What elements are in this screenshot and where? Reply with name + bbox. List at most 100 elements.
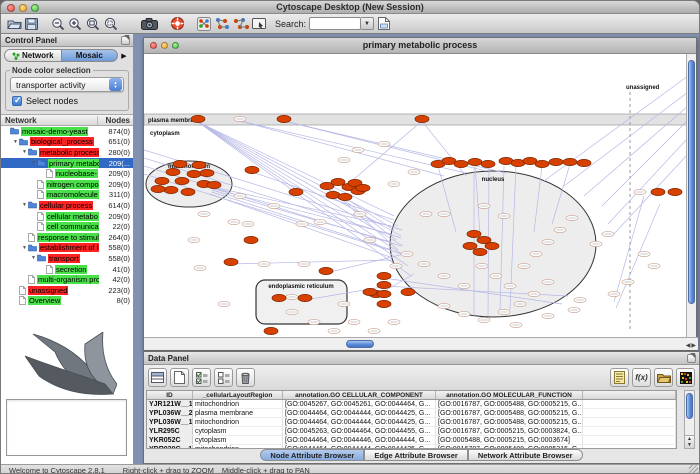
- column-header[interactable]: [583, 391, 676, 399]
- tree-row[interactable]: ▼ establishment of lo558(0): [1, 243, 133, 254]
- folder-icon: [28, 201, 37, 209]
- tree-row[interactable]: ▼metabolic process280(0): [1, 147, 133, 158]
- column-header[interactable]: ID: [147, 391, 193, 399]
- tree-node-label: establishment of lo: [39, 243, 99, 252]
- attribute-table-icon[interactable]: [148, 368, 167, 387]
- zoom-out-icon[interactable]: [51, 16, 65, 32]
- apply-layout-icon[interactable]: [233, 16, 249, 32]
- search-dropdown-arrow[interactable]: ▼: [361, 17, 374, 30]
- network-window-titlebar[interactable]: primary metabolic process: [144, 38, 696, 54]
- tab-network-attribute-browser[interactable]: Network Attribute Browser: [468, 449, 583, 461]
- network-node-selected: [338, 193, 352, 200]
- tab-network[interactable]: Network: [4, 49, 62, 62]
- table-cell: [583, 400, 676, 408]
- float-panel-icon[interactable]: [121, 36, 130, 45]
- tab-node-attribute-browser[interactable]: Node Attribute Browser: [260, 449, 364, 461]
- tree-row[interactable]: secretion41(0): [1, 264, 133, 275]
- data-panel-float-icon[interactable]: [687, 354, 696, 363]
- tree-header-network: Network: [1, 116, 97, 125]
- network-edge: [544, 76, 688, 181]
- save-session-icon[interactable]: [25, 16, 38, 32]
- folder-icon: [10, 127, 19, 135]
- network-node-selected: [415, 115, 429, 122]
- tree-row[interactable]: nucleobase-209(0): [1, 168, 133, 179]
- data-panel-title: Data Panel: [148, 354, 189, 363]
- report-icon[interactable]: [610, 368, 629, 387]
- network-overview-box[interactable]: [6, 399, 127, 456]
- expand-arrow-icon[interactable]: ▼: [21, 245, 28, 251]
- tab-edge-attribute-browser[interactable]: Edge Attribute Browser: [364, 449, 467, 461]
- network-horizontal-scrollbar[interactable]: ◀▶: [144, 337, 698, 350]
- tree-row[interactable]: ▼primary metabo209(...: [1, 158, 133, 169]
- node-color-dropdown[interactable]: transporter activity ▲▼: [10, 77, 124, 92]
- open-file-icon[interactable]: [7, 16, 22, 32]
- snapshot-icon[interactable]: [141, 16, 158, 32]
- column-header[interactable]: _cellularLayoutRegion: [193, 391, 283, 399]
- node-color-selection-legend: Node color selection: [10, 66, 93, 75]
- tree-row[interactable]: ▼transport558(0): [1, 253, 133, 264]
- select-attributes-icon[interactable]: [192, 368, 211, 387]
- tree-row[interactable]: Overview8(0): [1, 296, 133, 307]
- tree-row[interactable]: macromolecule311(0): [1, 190, 133, 201]
- tree-row[interactable]: mosaic-demo-yeast874(0): [1, 126, 133, 137]
- network-node-selected: [563, 158, 577, 165]
- network-vertical-scrollbar[interactable]: [686, 54, 696, 339]
- table-cell: cytoplasm: [193, 427, 283, 435]
- tab-overflow-arrow[interactable]: ▶: [118, 52, 130, 60]
- tree-row[interactable]: cell communicat22(0): [1, 221, 133, 232]
- attribute-table[interactable]: ID_cellularLayoutRegionannotation.GO CEL…: [146, 390, 677, 449]
- tree-node-count: 209(...: [99, 159, 133, 168]
- annotation-icon[interactable]: [252, 16, 266, 32]
- zoom-selected-icon[interactable]: [103, 16, 118, 32]
- formula-icon[interactable]: f(x): [632, 368, 651, 387]
- tab-mosaic[interactable]: Mosaic: [62, 49, 119, 62]
- select-nodes-checkbox[interactable]: [12, 96, 22, 106]
- table-row[interactable]: YJR121W__1mitochondrion[GO:0045267, GO:0…: [147, 400, 676, 409]
- table-row[interactable]: YLR295Ccytoplasm[GO:0045263, GO:0044464,…: [147, 427, 676, 436]
- new-network-from-selection-icon[interactable]: [214, 16, 230, 32]
- tree-row[interactable]: ▼biological_process651(0): [1, 137, 133, 148]
- network-canvas[interactable]: plasma membranecytoplasmmitochondrionnuc…: [144, 54, 688, 339]
- table-cell: cytoplasm: [193, 436, 283, 444]
- column-header[interactable]: annotation.GO CELLULAR_COMPONENT: [283, 391, 436, 399]
- endoplasmic-reticulum-label: endoplasmic reticulum: [268, 284, 333, 290]
- tree-row[interactable]: multi-organism pro42(0): [1, 274, 133, 285]
- zoom-in-icon[interactable]: [68, 16, 82, 32]
- unselect-attributes-icon[interactable]: [214, 368, 233, 387]
- tree-node-count: 558(0): [99, 243, 133, 252]
- table-row[interactable]: YPL036W__1mitochondrion[GO:0044464, GO:0…: [147, 418, 676, 427]
- expand-arrow-icon[interactable]: ▼: [21, 149, 28, 155]
- expand-arrow-icon[interactable]: ▼: [21, 202, 28, 208]
- network-edge: [616, 204, 660, 308]
- heatmap-icon[interactable]: [676, 368, 695, 387]
- data-panel-scrollbar[interactable]: ▲▼: [684, 390, 695, 449]
- delete-attribute-icon[interactable]: [236, 368, 255, 387]
- select-first-neighbors-icon[interactable]: [197, 16, 211, 32]
- expand-arrow-icon[interactable]: ▼: [30, 160, 37, 166]
- network-edge: [608, 138, 688, 224]
- resize-grip[interactable]: [689, 465, 698, 474]
- tree-node-label: nucleobase-: [55, 169, 98, 178]
- help-icon[interactable]: [171, 16, 184, 32]
- zoom-fit-icon[interactable]: [85, 16, 100, 32]
- folder-icon: [28, 244, 37, 252]
- network-node-selected: [187, 170, 201, 177]
- expand-arrow-icon[interactable]: ▼: [12, 139, 19, 145]
- column-header[interactable]: annotation.GO MOLECULAR_FUNCTION: [436, 391, 583, 399]
- expand-arrow-icon[interactable]: ▼: [30, 255, 37, 261]
- table-cell: mitochondrion: [193, 400, 283, 408]
- tree-row[interactable]: unassigned223(0): [1, 285, 133, 296]
- import-attributes-icon[interactable]: [378, 16, 390, 32]
- tree-column-header[interactable]: Network Nodes: [1, 114, 133, 126]
- table-row[interactable]: YKR052Ccytoplasm[GO:0044464, GO:0044446,…: [147, 436, 676, 445]
- status-bar: Welcome to Cytoscape 2.8.1 Right-click +…: [1, 464, 699, 474]
- table-cell: YPL036W__1: [147, 418, 193, 426]
- tree-row[interactable]: cellular metabo209(0): [1, 211, 133, 222]
- new-attribute-icon[interactable]: [170, 368, 189, 387]
- tree-row[interactable]: response to stimulu264(0): [1, 232, 133, 243]
- search-input[interactable]: [309, 17, 361, 30]
- tree-row[interactable]: nitrogen compo209(0): [1, 179, 133, 190]
- tree-row[interactable]: ▼cellular process614(0): [1, 200, 133, 211]
- table-row[interactable]: YPL036W__2plasma membrane[GO:0044464, GO…: [147, 409, 676, 418]
- import-file-icon[interactable]: [654, 368, 673, 387]
